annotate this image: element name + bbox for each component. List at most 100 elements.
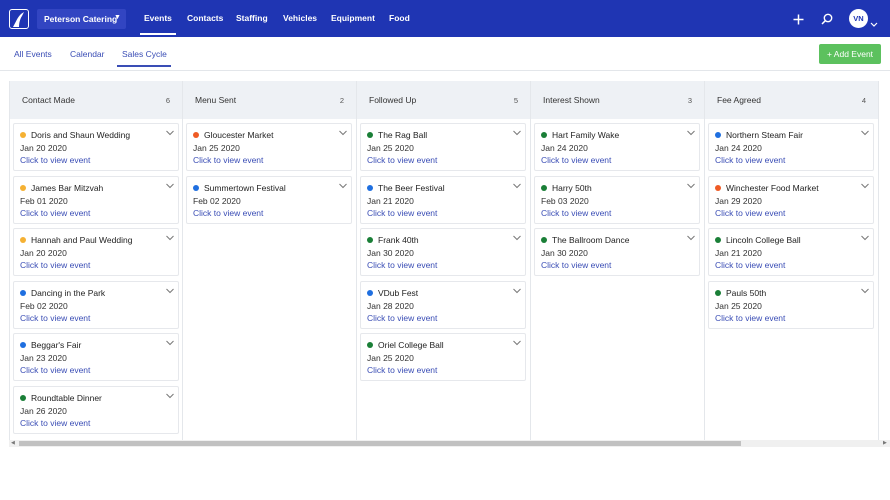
view-event-link[interactable]: Click to view event [20, 418, 90, 428]
column-count: 6 [165, 96, 170, 105]
view-event-link[interactable]: Click to view event [193, 155, 263, 165]
event-card[interactable]: The Rag Ball Jan 25 2020 Click to view eve… [360, 123, 526, 171]
column-header: Fee Agreed 4 [705, 81, 878, 119]
nav-active-indicator [140, 33, 176, 35]
view-event-link[interactable]: Click to view event [367, 313, 437, 323]
event-card[interactable]: Oriel College Ball Jan 25 2020 Click to vi… [360, 333, 526, 382]
event-date: Jan 24 2020 [715, 143, 762, 153]
event-card[interactable]: Harry 50th Feb 03 2020 Click to view event [534, 175, 700, 224]
column-title: Contact Made [22, 95, 75, 105]
event-card[interactable]: Hart Family Wake Jan 24 2020 Click to view… [534, 123, 700, 171]
view-event-link[interactable]: Click to view event [193, 208, 263, 218]
view-event-link[interactable]: Click to view event [715, 313, 785, 323]
view-event-link[interactable]: Click to view event [715, 155, 785, 165]
event-card[interactable]: Summertown Festival Feb 02 2020 Click to v… [186, 175, 352, 224]
event-title: Pauls 50th [726, 287, 767, 298]
org-selector[interactable]: Peterson Catering ▼ [37, 9, 126, 29]
event-card[interactable]: Doris and Shaun Wedding Jan 20 2020 Click … [13, 123, 179, 171]
tab-sales-cycle[interactable]: Sales Cycle [122, 49, 167, 59]
chevron-down-icon[interactable] [860, 129, 870, 137]
event-card[interactable]: Lincoln College Ball Jan 21 2020 Click to … [708, 228, 874, 277]
view-event-link[interactable]: Click to view event [20, 313, 90, 323]
event-date: Feb 03 2020 [541, 195, 589, 206]
chevron-down-icon[interactable] [512, 287, 522, 295]
event-card[interactable]: Hannah and Paul Wedding Jan 20 2020 Click … [13, 228, 179, 277]
view-event-link[interactable]: Click to view event [367, 260, 437, 270]
chevron-down-icon[interactable] [338, 182, 348, 190]
event-card[interactable]: The Ballroom Dance Jan 30 2020 Click to vi… [534, 228, 700, 277]
event-card[interactable]: James Bar Mitzvah Feb 01 2020 Click to vie… [13, 175, 179, 224]
event-card[interactable]: Northern Steam Fair Jan 24 2020 Click to v… [708, 123, 874, 171]
chevron-down-icon[interactable] [165, 129, 175, 137]
view-event-link[interactable]: Click to view event [541, 208, 611, 218]
tab-all-events[interactable]: All Events [14, 49, 52, 59]
chevron-down-icon[interactable] [870, 15, 878, 33]
scroll-right-arrow-icon[interactable]: ▶ [883, 440, 887, 447]
chevron-down-icon[interactable] [512, 129, 522, 137]
column-header: Followed Up 5 [357, 81, 530, 119]
event-card[interactable]: VDub Fest Jan 28 2020 Click to view event [360, 280, 526, 329]
event-title: Roundtable Dinner [31, 393, 102, 403]
status-dot-icon [20, 342, 26, 349]
tab-calendar[interactable]: Calendar [70, 49, 105, 59]
view-event-link[interactable]: Click to view event [367, 155, 437, 165]
event-card[interactable]: Frank 40th Jan 30 2020 Click to view event [360, 228, 526, 277]
event-title: Northern Steam Fair [726, 130, 803, 140]
nav-equipment[interactable]: Equipment [331, 13, 375, 23]
view-event-link[interactable]: Click to view event [715, 260, 785, 270]
user-avatar[interactable]: VN [849, 9, 868, 28]
brand-logo-icon[interactable] [9, 9, 29, 29]
chevron-down-icon[interactable] [165, 392, 175, 400]
view-event-link[interactable]: Click to view event [541, 155, 611, 165]
chevron-down-icon[interactable] [165, 182, 175, 190]
event-card[interactable]: Dancing in the Park Feb 02 2020 Click to v… [13, 280, 179, 329]
chevron-down-icon[interactable] [512, 234, 522, 242]
view-event-link[interactable]: Click to view event [715, 208, 785, 218]
event-title: Dancing in the Park [31, 287, 106, 298]
scroll-left-arrow-icon[interactable]: ◀ [11, 440, 15, 447]
nav-contacts[interactable]: Contacts [187, 13, 223, 23]
horizontal-scrollbar[interactable]: ◀ ▶ [9, 440, 890, 447]
event-card[interactable]: The Beer Festival Jan 21 2020 Click to vie… [360, 175, 526, 224]
chevron-down-icon[interactable] [686, 234, 696, 242]
chevron-down-icon[interactable] [686, 129, 696, 137]
event-date: Jan 29 2020 [715, 195, 762, 206]
board-column: Menu Sent 2 Gloucester Market Jan 25 2020 Cl… [183, 81, 357, 440]
nav-vehicles[interactable]: Vehicles [283, 13, 317, 23]
view-event-link[interactable]: Click to view event [20, 260, 90, 270]
event-card[interactable]: Beggar's Fair Jan 23 2020 Click to view ev… [13, 333, 179, 382]
event-date: Jan 20 2020 [20, 248, 67, 259]
event-date: Jan 24 2020 [541, 143, 588, 153]
event-card[interactable]: Pauls 50th Jan 25 2020 Click to view event [708, 280, 874, 329]
chevron-down-icon[interactable] [686, 182, 696, 190]
chevron-down-icon[interactable] [860, 182, 870, 190]
chevron-down-icon[interactable] [165, 339, 175, 347]
event-card[interactable]: Winchester Food Market Jan 29 2020 Click t… [708, 175, 874, 224]
nav-staffing[interactable]: Staffing [236, 13, 268, 23]
nav-events[interactable]: Events [144, 13, 172, 23]
plus-icon[interactable] [793, 12, 804, 30]
view-event-link[interactable]: Click to view event [367, 208, 437, 218]
event-title: The Ballroom Dance [552, 235, 630, 246]
nav-food[interactable]: Food [389, 13, 410, 23]
view-event-link[interactable]: Click to view event [20, 155, 90, 165]
status-dot-icon [541, 132, 547, 138]
chevron-down-icon[interactable] [338, 129, 348, 137]
chevron-down-icon[interactable] [512, 339, 522, 347]
chevron-down-icon[interactable] [860, 287, 870, 295]
event-card[interactable]: Roundtable Dinner Jan 26 2020 Click to vie… [13, 386, 179, 434]
chevron-down-icon[interactable] [860, 234, 870, 242]
chevron-down-icon[interactable] [165, 287, 175, 295]
scrollbar-thumb[interactable] [19, 441, 741, 446]
event-card[interactable]: Gloucester Market Jan 25 2020 Click to vie… [186, 123, 352, 171]
view-event-link[interactable]: Click to view event [20, 208, 90, 218]
view-event-link[interactable]: Click to view event [541, 260, 611, 270]
event-title: Hannah and Paul Wedding [31, 235, 133, 246]
search-icon[interactable] [821, 12, 833, 30]
chevron-down-icon[interactable] [165, 234, 175, 242]
add-event-button[interactable]: + Add Event [819, 44, 881, 64]
view-event-link[interactable]: Click to view event [20, 365, 90, 375]
view-event-link[interactable]: Click to view event [367, 365, 437, 375]
chevron-down-icon[interactable] [512, 182, 522, 190]
board-column: Fee Agreed 4 Northern Steam Fair Jan 24 202… [705, 81, 879, 440]
